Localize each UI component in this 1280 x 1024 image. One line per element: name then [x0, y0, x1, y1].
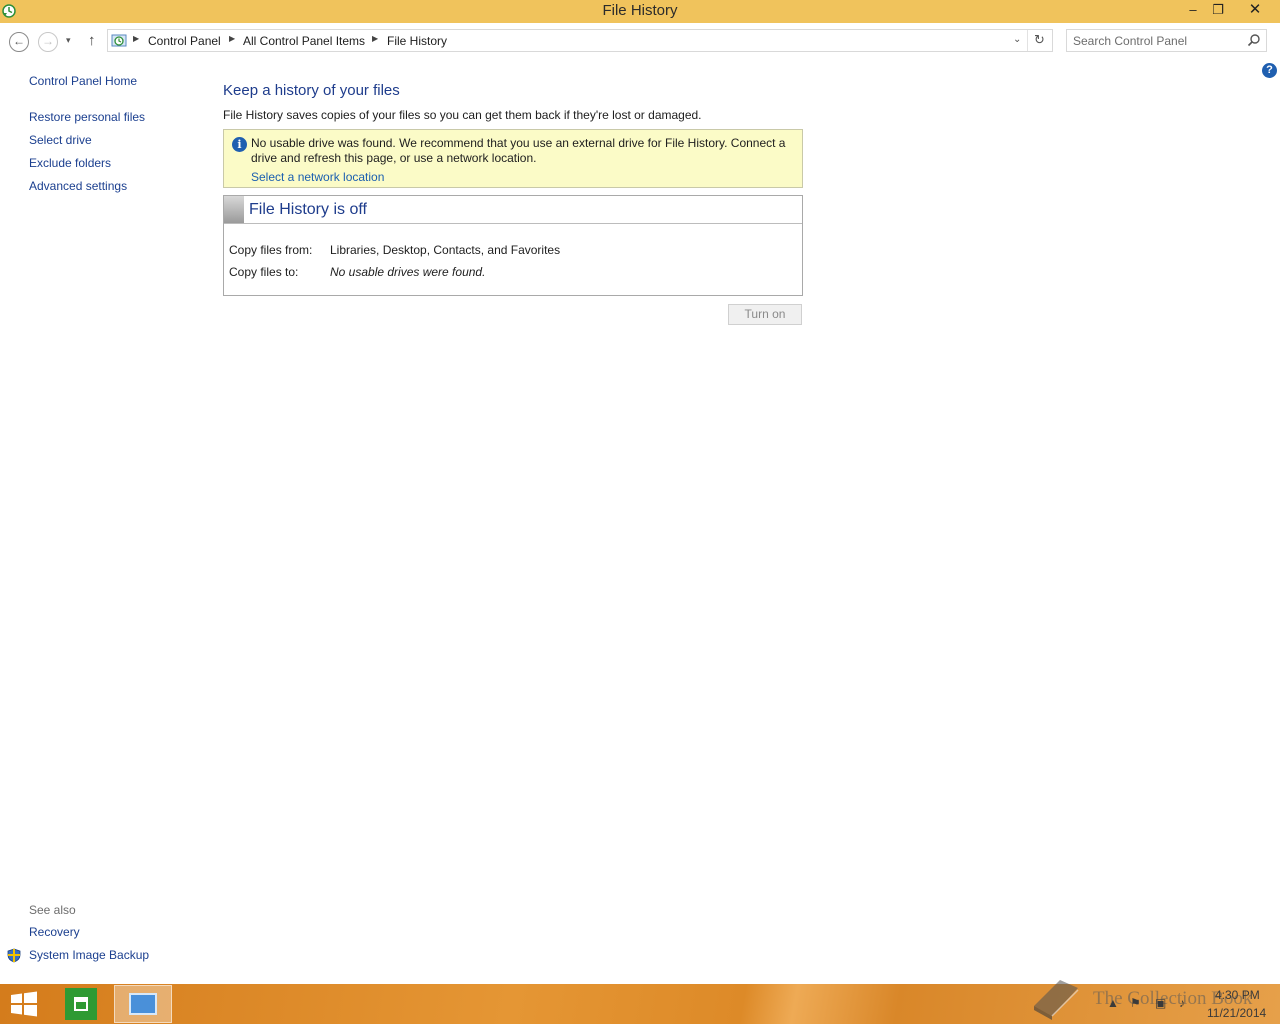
turn-on-button[interactable]: Turn on — [728, 304, 802, 325]
status-header: File History is off — [224, 196, 802, 224]
advanced-settings-link[interactable]: Advanced settings — [29, 179, 127, 193]
breadcrumb-separator-icon[interactable]: ▶ — [229, 34, 235, 43]
breadcrumb-separator-icon[interactable]: ▶ — [372, 34, 378, 43]
no-drive-warning: i No usable drive was found. We recommen… — [223, 129, 803, 188]
file-history-status-panel: File History is off Copy files from: Lib… — [223, 195, 803, 296]
select-drive-link[interactable]: Select drive — [29, 133, 92, 147]
watermark-book-icon — [1034, 980, 1079, 1020]
exclude-folders-link[interactable]: Exclude folders — [29, 156, 111, 170]
control-panel-location-icon — [111, 34, 127, 47]
restore-personal-files-link[interactable]: Restore personal files — [29, 110, 145, 124]
address-divider — [1027, 30, 1028, 51]
control-panel-taskbar-button[interactable] — [114, 985, 172, 1023]
help-icon[interactable]: ? — [1262, 63, 1277, 78]
volume-icon[interactable]: ♪ — [1179, 996, 1185, 1010]
copy-to-value: No usable drives were found. — [330, 265, 486, 279]
back-button[interactable]: ← — [9, 32, 29, 52]
forward-button[interactable]: → — [38, 32, 58, 52]
clock-time[interactable]: 4:30 PM — [1215, 988, 1260, 1002]
see-also-heading: See also — [29, 903, 76, 917]
uac-shield-icon — [7, 948, 21, 963]
taskbar: The Collection Book ▲ ⚑ ▣ ♪ 4:30 PM 11/2… — [0, 984, 1280, 1024]
breadcrumb-control-panel[interactable]: Control Panel — [148, 34, 221, 48]
copy-to-label: Copy files to: — [229, 265, 299, 279]
control-panel-icon — [129, 993, 157, 1015]
status-title: File History is off — [249, 201, 367, 218]
search-icon[interactable] — [1247, 33, 1261, 47]
search-box[interactable] — [1066, 29, 1267, 52]
copy-from-label: Copy files from: — [229, 243, 313, 257]
refresh-icon[interactable]: ↻ — [1034, 32, 1045, 48]
address-dropdown-icon[interactable]: ⌄ — [1013, 34, 1021, 45]
up-button[interactable]: ↑ — [88, 32, 96, 49]
warning-message: No usable drive was found. We recommend … — [251, 136, 786, 165]
recent-locations-dropdown[interactable]: ▾ — [66, 35, 71, 46]
info-icon: i — [232, 137, 247, 152]
network-icon[interactable]: ▣ — [1155, 996, 1166, 1010]
copy-from-value: Libraries, Desktop, Contacts, and Favori… — [330, 243, 561, 257]
page-title: Keep a history of your files — [223, 82, 400, 99]
status-indicator — [224, 196, 244, 223]
page-description: File History saves copies of your files … — [223, 108, 702, 122]
search-input[interactable] — [1073, 33, 1243, 48]
navigation-bar: ← → ▾ ↑ ▶ Control Panel ▶ All Control Pa… — [0, 23, 1280, 59]
store-icon[interactable] — [65, 988, 97, 1020]
store-bag-icon — [74, 997, 88, 1011]
address-bar[interactable]: ▶ Control Panel ▶ All Control Panel Item… — [107, 29, 1053, 52]
window-title: File History — [602, 2, 678, 19]
system-image-backup-link[interactable]: System Image Backup — [29, 948, 149, 962]
breadcrumb-separator-icon[interactable]: ▶ — [133, 34, 139, 43]
show-hidden-icons-icon[interactable]: ▲ — [1107, 996, 1119, 1010]
minimize-button[interactable]: – — [1180, 0, 1206, 21]
maximize-button[interactable]: ❐ — [1205, 0, 1231, 21]
close-button[interactable]: ✕ — [1240, 0, 1270, 21]
breadcrumb-file-history[interactable]: File History — [387, 34, 447, 48]
breadcrumb-all-items[interactable]: All Control Panel Items — [243, 34, 365, 48]
recovery-link[interactable]: Recovery — [29, 925, 80, 939]
select-network-location-link[interactable]: Select a network location — [251, 170, 384, 184]
control-panel-home-link[interactable]: Control Panel Home — [29, 74, 137, 88]
title-bar: File History – ❐ ✕ — [0, 0, 1280, 23]
action-center-flag-icon[interactable]: ⚑ — [1130, 996, 1141, 1010]
windows-start-icon[interactable] — [10, 991, 38, 1017]
clock-date[interactable]: 11/21/2014 — [1207, 1006, 1266, 1020]
